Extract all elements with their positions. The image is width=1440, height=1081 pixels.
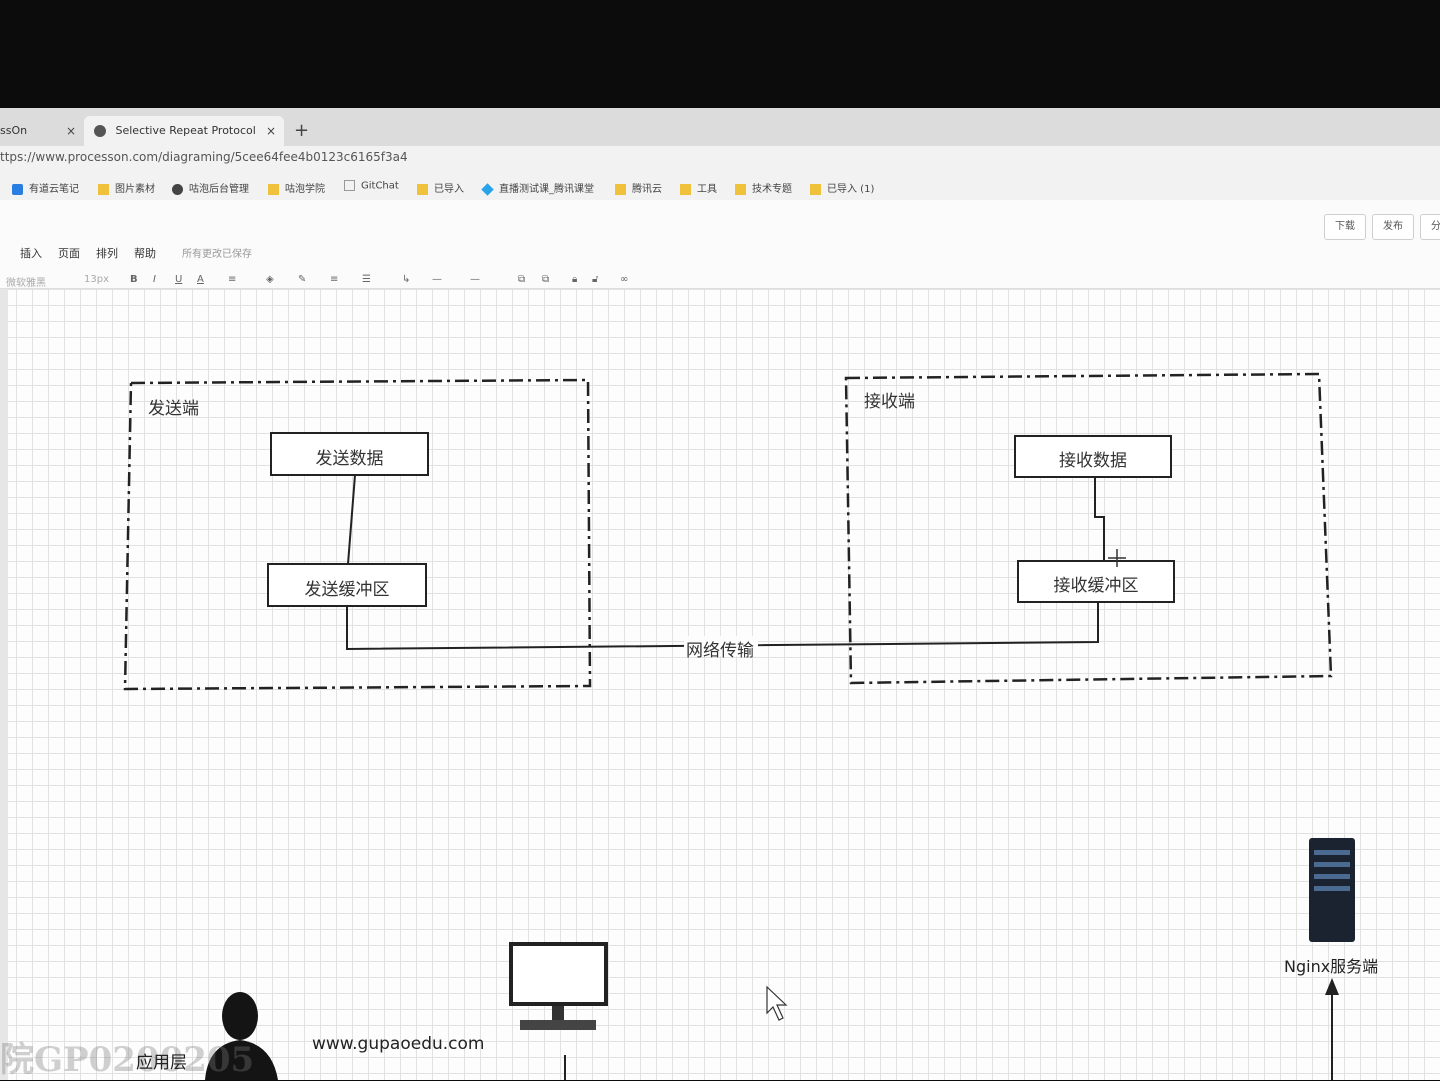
website-watermark: www.gupaoedu.com: [312, 1034, 485, 1054]
send-data-label: 发送数据: [315, 449, 384, 469]
sender-group-frame[interactable]: [123, 378, 592, 691]
recv-connector[interactable]: [1094, 477, 1105, 561]
computer-monitor-icon: [509, 942, 608, 1080]
nginx-server-label: Nginx服务端: [1284, 957, 1379, 976]
recv-data-label: 接收数据: [1059, 451, 1127, 471]
recv-buffer-label: 接收缓冲区: [1053, 576, 1139, 596]
network-label: 网络传输: [686, 641, 754, 661]
send-buffer-label: 发送缓冲区: [304, 580, 390, 600]
diagram-svg: [123, 372, 1355, 1080]
app-layer-label: 应用层: [136, 1053, 187, 1073]
send-connector[interactable]: [347, 474, 356, 565]
mouse-pointer-icon: [766, 985, 788, 1021]
receiver-group-label: 接收端: [864, 392, 915, 412]
sender-group-label: 发送端: [148, 399, 199, 419]
video-watermark: 院GP0200205: [0, 1040, 255, 1080]
server-icon: [1309, 838, 1355, 942]
up-arrow-icon: [1325, 978, 1339, 1080]
receiver-group-frame[interactable]: [844, 372, 1333, 685]
